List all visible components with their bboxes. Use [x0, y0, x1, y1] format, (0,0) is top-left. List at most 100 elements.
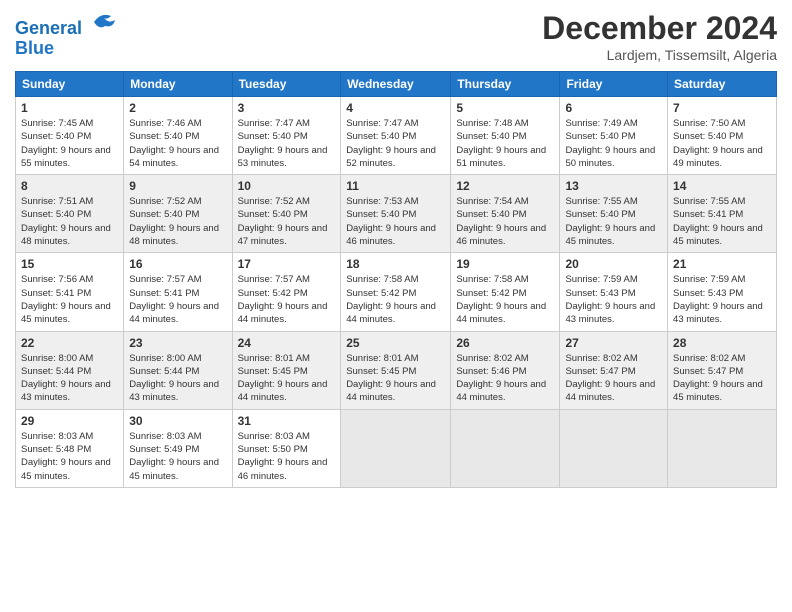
day-number: 26	[456, 336, 554, 350]
table-row: 31 Sunrise: 8:03 AMSunset: 5:50 PMDaylig…	[232, 409, 341, 487]
day-info: Sunrise: 8:03 AMSunset: 5:48 PMDaylight:…	[21, 431, 111, 482]
day-info: Sunrise: 8:02 AMSunset: 5:47 PMDaylight:…	[673, 353, 763, 404]
day-number: 22	[21, 336, 118, 350]
day-number: 9	[129, 179, 226, 193]
day-info: Sunrise: 7:57 AMSunset: 5:41 PMDaylight:…	[129, 274, 219, 325]
table-row: 23 Sunrise: 8:00 AMSunset: 5:44 PMDaylig…	[124, 331, 232, 409]
day-number: 3	[238, 101, 336, 115]
table-row: 20 Sunrise: 7:59 AMSunset: 5:43 PMDaylig…	[560, 253, 668, 331]
table-row: 12 Sunrise: 7:54 AMSunset: 5:40 PMDaylig…	[451, 175, 560, 253]
day-number: 31	[238, 414, 336, 428]
table-row: 2 Sunrise: 7:46 AMSunset: 5:40 PMDayligh…	[124, 97, 232, 175]
table-row: 22 Sunrise: 8:00 AMSunset: 5:44 PMDaylig…	[16, 331, 124, 409]
day-number: 14	[673, 179, 771, 193]
day-info: Sunrise: 7:48 AMSunset: 5:40 PMDaylight:…	[456, 118, 546, 169]
day-info: Sunrise: 8:01 AMSunset: 5:45 PMDaylight:…	[238, 353, 328, 404]
day-number: 29	[21, 414, 118, 428]
logo: General Blue	[15, 10, 119, 59]
table-row: 28 Sunrise: 8:02 AMSunset: 5:47 PMDaylig…	[668, 331, 777, 409]
table-row: 4 Sunrise: 7:47 AMSunset: 5:40 PMDayligh…	[341, 97, 451, 175]
logo-text: General	[15, 10, 119, 39]
day-info: Sunrise: 7:55 AMSunset: 5:40 PMDaylight:…	[565, 196, 655, 247]
calendar-week-5: 29 Sunrise: 8:03 AMSunset: 5:48 PMDaylig…	[16, 409, 777, 487]
day-number: 16	[129, 257, 226, 271]
day-info: Sunrise: 7:58 AMSunset: 5:42 PMDaylight:…	[456, 274, 546, 325]
page-container: General Blue December 2024 Lardjem, Tiss…	[0, 0, 792, 498]
day-info: Sunrise: 7:57 AMSunset: 5:42 PMDaylight:…	[238, 274, 328, 325]
table-row: 18 Sunrise: 7:58 AMSunset: 5:42 PMDaylig…	[341, 253, 451, 331]
header-tuesday: Tuesday	[232, 72, 341, 97]
table-row: 19 Sunrise: 7:58 AMSunset: 5:42 PMDaylig…	[451, 253, 560, 331]
logo-bird-icon	[89, 10, 119, 34]
day-number: 7	[673, 101, 771, 115]
table-row: 3 Sunrise: 7:47 AMSunset: 5:40 PMDayligh…	[232, 97, 341, 175]
calendar-header-row: Sunday Monday Tuesday Wednesday Thursday…	[16, 72, 777, 97]
table-row: 13 Sunrise: 7:55 AMSunset: 5:40 PMDaylig…	[560, 175, 668, 253]
header-friday: Friday	[560, 72, 668, 97]
day-number: 20	[565, 257, 662, 271]
table-row: 27 Sunrise: 8:02 AMSunset: 5:47 PMDaylig…	[560, 331, 668, 409]
day-info: Sunrise: 7:51 AMSunset: 5:40 PMDaylight:…	[21, 196, 111, 247]
page-header: General Blue December 2024 Lardjem, Tiss…	[15, 10, 777, 63]
calendar-week-4: 22 Sunrise: 8:00 AMSunset: 5:44 PMDaylig…	[16, 331, 777, 409]
day-number: 13	[565, 179, 662, 193]
day-info: Sunrise: 7:49 AMSunset: 5:40 PMDaylight:…	[565, 118, 655, 169]
day-info: Sunrise: 8:00 AMSunset: 5:44 PMDaylight:…	[21, 353, 111, 404]
table-row: 14 Sunrise: 7:55 AMSunset: 5:41 PMDaylig…	[668, 175, 777, 253]
header-thursday: Thursday	[451, 72, 560, 97]
table-row: 9 Sunrise: 7:52 AMSunset: 5:40 PMDayligh…	[124, 175, 232, 253]
day-info: Sunrise: 7:59 AMSunset: 5:43 PMDaylight:…	[565, 274, 655, 325]
month-title: December 2024	[542, 10, 777, 47]
table-row: 16 Sunrise: 7:57 AMSunset: 5:41 PMDaylig…	[124, 253, 232, 331]
day-info: Sunrise: 8:03 AMSunset: 5:50 PMDaylight:…	[238, 431, 328, 482]
day-number: 30	[129, 414, 226, 428]
table-row: 8 Sunrise: 7:51 AMSunset: 5:40 PMDayligh…	[16, 175, 124, 253]
day-info: Sunrise: 7:47 AMSunset: 5:40 PMDaylight:…	[238, 118, 328, 169]
header-sunday: Sunday	[16, 72, 124, 97]
table-row: 15 Sunrise: 7:56 AMSunset: 5:41 PMDaylig…	[16, 253, 124, 331]
day-number: 24	[238, 336, 336, 350]
table-row: 10 Sunrise: 7:52 AMSunset: 5:40 PMDaylig…	[232, 175, 341, 253]
header-monday: Monday	[124, 72, 232, 97]
day-number: 11	[346, 179, 445, 193]
day-number: 19	[456, 257, 554, 271]
day-info: Sunrise: 7:46 AMSunset: 5:40 PMDaylight:…	[129, 118, 219, 169]
table-row: 25 Sunrise: 8:01 AMSunset: 5:45 PMDaylig…	[341, 331, 451, 409]
day-info: Sunrise: 7:47 AMSunset: 5:40 PMDaylight:…	[346, 118, 436, 169]
day-info: Sunrise: 7:55 AMSunset: 5:41 PMDaylight:…	[673, 196, 763, 247]
table-row: 5 Sunrise: 7:48 AMSunset: 5:40 PMDayligh…	[451, 97, 560, 175]
day-number: 10	[238, 179, 336, 193]
day-info: Sunrise: 8:02 AMSunset: 5:46 PMDaylight:…	[456, 353, 546, 404]
day-number: 25	[346, 336, 445, 350]
table-row: 11 Sunrise: 7:53 AMSunset: 5:40 PMDaylig…	[341, 175, 451, 253]
table-row: 17 Sunrise: 7:57 AMSunset: 5:42 PMDaylig…	[232, 253, 341, 331]
day-number: 28	[673, 336, 771, 350]
table-row: 30 Sunrise: 8:03 AMSunset: 5:49 PMDaylig…	[124, 409, 232, 487]
location-subtitle: Lardjem, Tissemsilt, Algeria	[542, 47, 777, 63]
calendar-week-1: 1 Sunrise: 7:45 AMSunset: 5:40 PMDayligh…	[16, 97, 777, 175]
day-number: 15	[21, 257, 118, 271]
day-number: 21	[673, 257, 771, 271]
day-number: 5	[456, 101, 554, 115]
day-number: 23	[129, 336, 226, 350]
day-number: 4	[346, 101, 445, 115]
calendar-week-3: 15 Sunrise: 7:56 AMSunset: 5:41 PMDaylig…	[16, 253, 777, 331]
day-number: 12	[456, 179, 554, 193]
table-row: 1 Sunrise: 7:45 AMSunset: 5:40 PMDayligh…	[16, 97, 124, 175]
day-number: 2	[129, 101, 226, 115]
table-row	[560, 409, 668, 487]
title-block: December 2024 Lardjem, Tissemsilt, Alger…	[542, 10, 777, 63]
table-row: 6 Sunrise: 7:49 AMSunset: 5:40 PMDayligh…	[560, 97, 668, 175]
day-info: Sunrise: 8:00 AMSunset: 5:44 PMDaylight:…	[129, 353, 219, 404]
header-wednesday: Wednesday	[341, 72, 451, 97]
logo-general: General	[15, 18, 82, 38]
day-info: Sunrise: 7:52 AMSunset: 5:40 PMDaylight:…	[238, 196, 328, 247]
day-info: Sunrise: 7:56 AMSunset: 5:41 PMDaylight:…	[21, 274, 111, 325]
table-row: 7 Sunrise: 7:50 AMSunset: 5:40 PMDayligh…	[668, 97, 777, 175]
day-number: 8	[21, 179, 118, 193]
day-number: 27	[565, 336, 662, 350]
day-number: 18	[346, 257, 445, 271]
calendar-week-2: 8 Sunrise: 7:51 AMSunset: 5:40 PMDayligh…	[16, 175, 777, 253]
table-row: 26 Sunrise: 8:02 AMSunset: 5:46 PMDaylig…	[451, 331, 560, 409]
day-info: Sunrise: 7:59 AMSunset: 5:43 PMDaylight:…	[673, 274, 763, 325]
